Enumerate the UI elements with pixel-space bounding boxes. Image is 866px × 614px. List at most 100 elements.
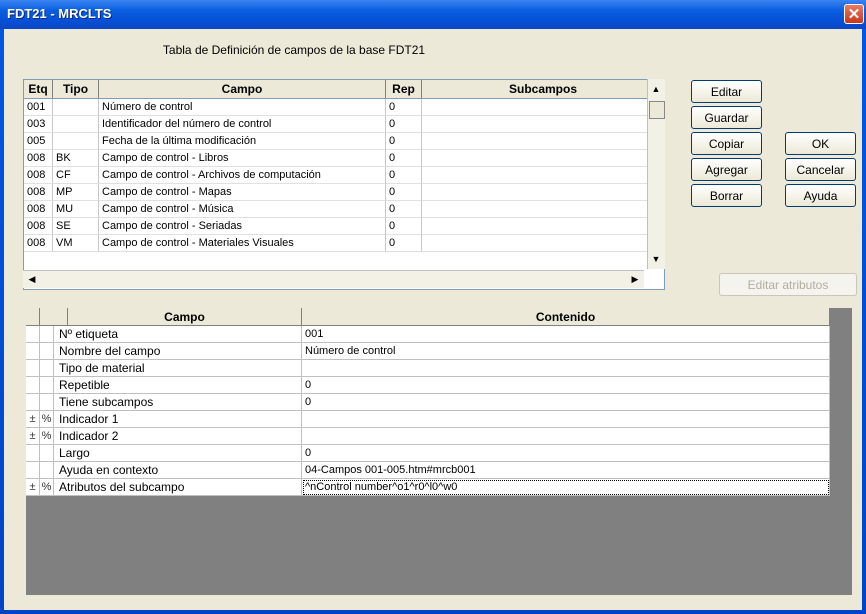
cell-rep[interactable]: 0 [386,167,422,184]
table-row[interactable]: 008 CF Campo de control - Archivos de comp… [24,167,664,184]
cell-subcampos[interactable] [422,150,664,167]
detail-header-campo[interactable]: Campo [68,308,302,326]
detail-row[interactable]: Nombre del campo Número de control [26,343,852,360]
cancel-button[interactable]: Cancelar [785,158,856,181]
cell-rep[interactable]: 0 [386,184,422,201]
detail-row[interactable]: Nº etiqueta 001 [26,326,852,343]
detail-value[interactable]: 04-Campos 001-005.htm#mrcb001 [302,462,830,479]
col-header-rep[interactable]: Rep [386,80,422,98]
col-header-subcampos[interactable]: Subcampos [422,80,664,98]
ok-button[interactable]: OK [785,132,856,155]
cell-tipo[interactable]: MU [53,201,99,218]
cell-etq[interactable]: 003 [24,116,53,133]
detail-value[interactable] [302,428,830,445]
detail-header-contenido[interactable]: Contenido [302,308,830,326]
cell-subcampos[interactable] [422,201,664,218]
table-row[interactable]: 001 Número de control 0 [24,99,664,116]
detail-row[interactable]: Largo 0 [26,445,852,462]
cell-tipo[interactable]: MP [53,184,99,201]
cell-etq[interactable]: 001 [24,99,53,116]
cell-subcampos[interactable] [422,133,664,150]
cell-subcampos[interactable] [422,235,664,252]
cell-tipo[interactable]: CF [53,167,99,184]
cell-campo[interactable]: Identificador del número de control [99,116,386,133]
cell-tipo[interactable]: SE [53,218,99,235]
detail-value[interactable]: ^nControl number^o1^r0^l0^w0 [302,479,830,496]
detail-row[interactable]: ±% Indicador 1 [26,411,852,428]
edit-attributes-button[interactable]: Editar atributos [719,273,857,296]
table-row[interactable]: 008 BK Campo de control - Libros 0 [24,150,664,167]
scroll-thumb[interactable] [649,101,665,119]
edit-button[interactable]: Editar [691,80,762,103]
fields-horizontal-scrollbar[interactable]: ◀ ▶ [23,270,644,288]
cell-campo[interactable]: Campo de control - Seriadas [99,218,386,235]
copy-button[interactable]: Copiar [691,132,762,155]
add-button[interactable]: Agregar [691,158,762,181]
detail-row[interactable]: Tiene subcampos 0 [26,394,852,411]
cell-campo[interactable]: Campo de control - Materiales Visuales [99,235,386,252]
cell-etq[interactable]: 008 [24,184,53,201]
cell-rep[interactable]: 0 [386,218,422,235]
close-icon[interactable]: ✕ [844,4,864,24]
scroll-up-icon[interactable]: ▲ [648,81,664,97]
expand-marker[interactable]: ± [26,479,40,496]
scroll-left-icon[interactable]: ◀ [24,271,40,287]
expand-marker[interactable] [26,462,40,479]
cell-rep[interactable]: 0 [386,150,422,167]
detail-value[interactable]: 001 [302,326,830,343]
fields-table[interactable]: Etq Tipo Campo Rep Subcampos 001 Número d… [23,79,665,290]
detail-value[interactable]: 0 [302,394,830,411]
expand-marker[interactable] [26,377,40,394]
cell-tipo[interactable] [53,99,99,116]
expand-marker[interactable] [26,360,40,377]
detail-row[interactable]: ±% Atributos del subcampo ^nControl number… [26,479,852,496]
expand-marker[interactable]: ± [26,411,40,428]
title-bar[interactable]: FDT21 - MRCLTS ✕ [0,0,866,29]
cell-subcampos[interactable] [422,167,664,184]
cell-etq[interactable]: 008 [24,150,53,167]
cell-campo[interactable]: Número de control [99,99,386,116]
expand-marker[interactable] [26,394,40,411]
cell-rep[interactable]: 0 [386,133,422,150]
col-header-campo[interactable]: Campo [99,80,386,98]
fields-vertical-scrollbar[interactable]: ▲ ▼ [647,79,665,269]
cell-campo[interactable]: Fecha de la última modificación [99,133,386,150]
cell-campo[interactable]: Campo de control - Mapas [99,184,386,201]
table-row[interactable]: 008 MU Campo de control - Música 0 [24,201,664,218]
cell-etq[interactable]: 008 [24,167,53,184]
cell-campo[interactable]: Campo de control - Música [99,201,386,218]
detail-row[interactable]: Tipo de material [26,360,852,377]
expand-marker[interactable] [26,445,40,462]
table-row[interactable]: 003 Identificador del número de control 0 [24,116,664,133]
detail-value[interactable]: Número de control [302,343,830,360]
detail-value[interactable]: 0 [302,445,830,462]
detail-value[interactable] [302,360,830,377]
table-row[interactable]: 008 SE Campo de control - Seriadas 0 [24,218,664,235]
table-row[interactable]: 008 VM Campo de control - Materiales Visua… [24,235,664,252]
col-header-tipo[interactable]: Tipo [53,80,99,98]
cell-subcampos[interactable] [422,184,664,201]
cell-etq[interactable]: 005 [24,133,53,150]
cell-rep[interactable]: 0 [386,116,422,133]
help-button[interactable]: Ayuda [785,184,856,207]
cell-etq[interactable]: 008 [24,235,53,252]
scroll-right-icon[interactable]: ▶ [627,271,643,287]
cell-tipo[interactable]: VM [53,235,99,252]
cell-etq[interactable]: 008 [24,201,53,218]
cell-subcampos[interactable] [422,116,664,133]
cell-campo[interactable]: Campo de control - Archivos de computaci… [99,167,386,184]
cell-subcampos[interactable] [422,218,664,235]
table-row[interactable]: 008 MP Campo de control - Mapas 0 [24,184,664,201]
detail-row[interactable]: Ayuda en contexto 04-Campos 001-005.htm#m… [26,462,852,479]
expand-marker[interactable] [26,326,40,343]
table-row[interactable]: 005 Fecha de la última modificación 0 [24,133,664,150]
col-header-etq[interactable]: Etq [24,80,53,98]
detail-value[interactable]: 0 [302,377,830,394]
cell-rep[interactable]: 0 [386,99,422,116]
cell-campo[interactable]: Campo de control - Libros [99,150,386,167]
cell-rep[interactable]: 0 [386,201,422,218]
detail-value[interactable] [302,411,830,428]
field-detail-grid[interactable]: Campo Contenido Nº etiqueta 001 Nombre del… [26,308,852,595]
expand-marker[interactable] [26,343,40,360]
cell-tipo[interactable] [53,116,99,133]
